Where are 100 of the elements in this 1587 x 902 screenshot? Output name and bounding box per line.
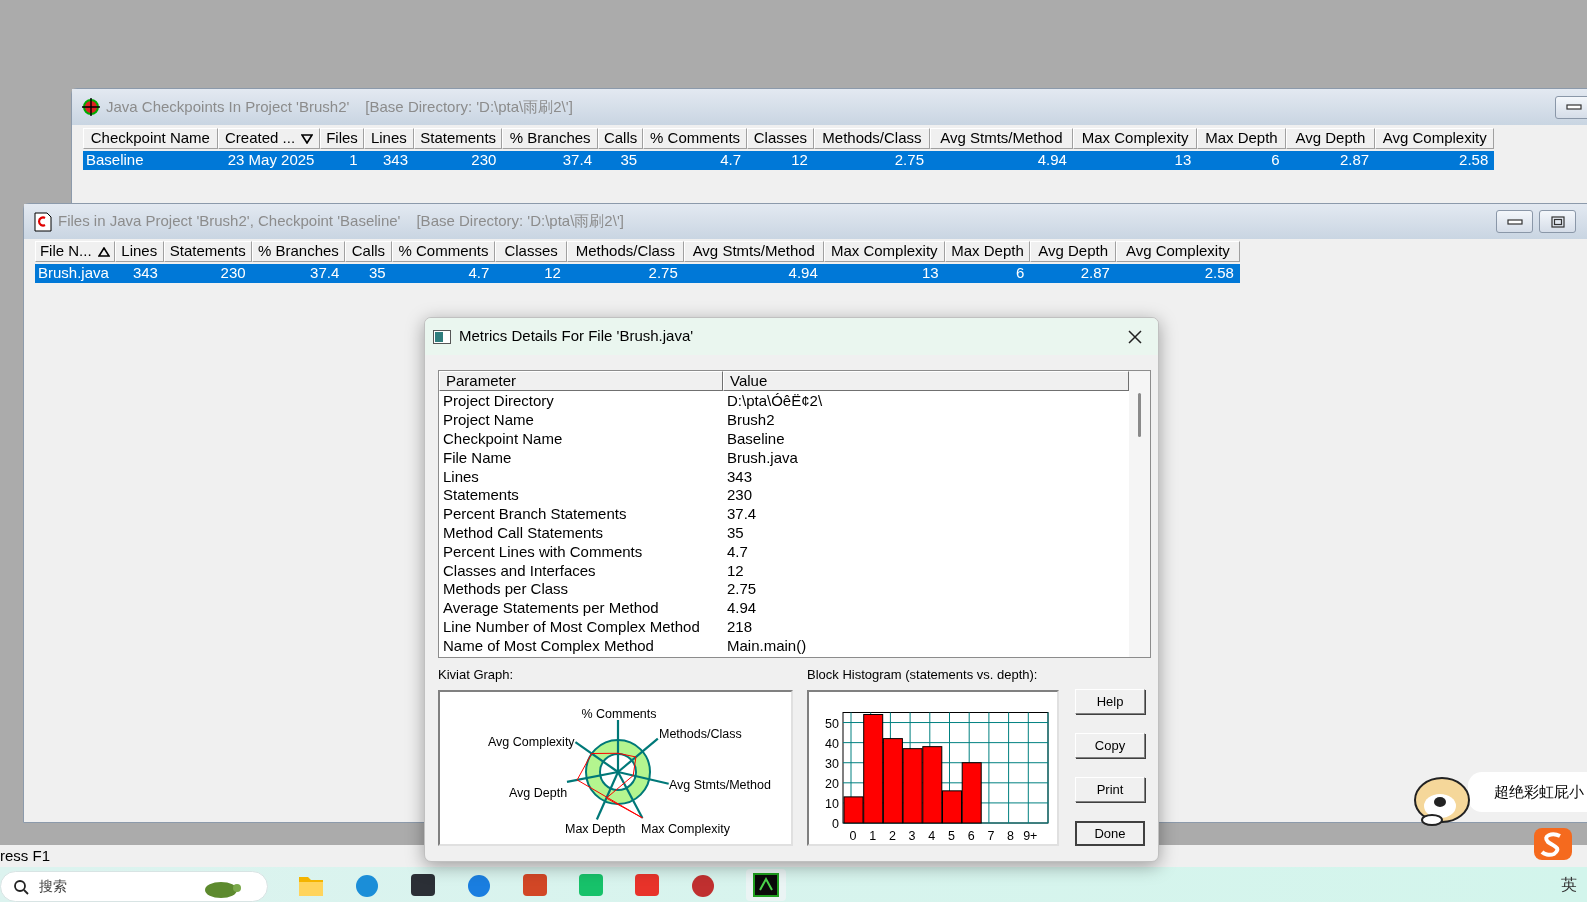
column-header[interactable]: Avg Depth	[1285, 128, 1376, 149]
parameter-cell-text: Name of Most Complex Method	[442, 636, 655, 655]
column-header[interactable]: Checkpoint Name	[83, 128, 218, 149]
column-header[interactable]: % Comments	[643, 128, 747, 149]
column-header[interactable]: Methods/Class	[813, 128, 930, 149]
dialog-button[interactable]: Print	[1075, 777, 1145, 802]
histogram-label: Block Histogram (statements vs. depth):	[807, 667, 1039, 683]
sticker-panel[interactable]: 超绝彩虹屁小	[1468, 772, 1587, 812]
column-header[interactable]: Classes	[495, 241, 567, 262]
table-cell-text: 4.94	[787, 263, 819, 284]
column-header[interactable]: Calls	[598, 128, 644, 149]
parameter-cell-text: Method Call Statements	[442, 523, 605, 542]
value-cell-text: 230	[726, 486, 754, 505]
column-header[interactable]: Classes	[747, 128, 814, 149]
column-header[interactable]: Max Depth	[944, 241, 1031, 262]
table-cell-text: 35	[367, 263, 387, 284]
dialog-button[interactable]: Done	[1075, 821, 1145, 846]
value-cell-text: Main.main()	[726, 636, 808, 655]
axis-label: Max Complexity	[641, 822, 730, 836]
x-tick-label: 2	[888, 829, 896, 843]
column-header[interactable]: % Branches	[251, 241, 346, 262]
column-header[interactable]: Max Depth	[1197, 128, 1286, 149]
y-tick-label: 0	[832, 817, 839, 831]
base-directory: [Base Directory: 'D:\pta\雨刷2\']	[416, 211, 624, 232]
x-tick-label: 7	[987, 829, 995, 843]
table-cell-text: 343	[381, 150, 409, 171]
table-cell-text: 2.75	[893, 150, 925, 171]
axis-label: Avg Stmts/Method	[669, 778, 771, 792]
dialog-title: Metrics Details For File 'Brush.java'	[459, 326, 694, 347]
column-header[interactable]: Parameter	[439, 371, 723, 391]
table-cell-text: Baseline	[85, 150, 145, 171]
table-cell-text: 2.58	[1458, 150, 1490, 171]
axis-label: % Comments	[581, 707, 657, 721]
x-tick-label: 8	[1007, 829, 1015, 843]
table-row[interactable]: Brush.java 343 230 37.4 35 4.7 12 2.75 4.94 13 6 2.87 2.58	[35, 264, 1240, 283]
table-cell-text: 343	[131, 263, 159, 284]
scrollbar[interactable]	[1129, 371, 1150, 657]
column-header[interactable]: Statements	[163, 241, 252, 262]
status-text: ress F1	[0, 845, 50, 866]
column-header[interactable]: Avg Stmts/Method	[683, 241, 824, 262]
dialog-button[interactable]: Help	[1075, 689, 1145, 714]
x-tick-label: 3	[908, 829, 916, 843]
table-row[interactable]: Baseline 23 May 2025 1 343 230 37.4 35 4.7 12 2.75 4.94 13 6 2.87 2.58	[83, 151, 1495, 170]
y-tick-label: 20	[825, 776, 839, 791]
table-cell-text: 2.87	[1079, 263, 1111, 284]
column-header[interactable]: % Branches	[502, 128, 598, 149]
value-cell-text: Brush.java	[726, 448, 799, 467]
minimize-button[interactable]	[1555, 95, 1587, 119]
column-header[interactable]: Files	[320, 128, 364, 149]
column-header[interactable]: Max Complexity	[823, 241, 945, 262]
column-header[interactable]: Statements	[414, 128, 503, 149]
table-cell-text: 4.94	[1036, 150, 1068, 171]
dialog-button[interactable]: Copy	[1075, 733, 1145, 758]
column-header[interactable]: Lines	[114, 241, 164, 262]
app-icon[interactable]	[410, 872, 436, 897]
value-cell-text: 4.7	[726, 542, 749, 561]
taskbar-item[interactable]	[746, 868, 786, 901]
table-cell-text: 23 May 2025	[226, 150, 316, 171]
parameter-cell-text: Percent Branch Statements	[442, 505, 628, 524]
value-cell-text: 12	[726, 561, 745, 580]
column-header[interactable]: Calls	[345, 241, 392, 262]
axis-label: Avg Complexity	[488, 735, 575, 749]
minimize-icon	[1506, 218, 1523, 225]
app-icon[interactable]	[690, 872, 716, 897]
maximize-button[interactable]	[1539, 210, 1576, 233]
search-bar[interactable]: 搜索	[0, 871, 268, 902]
parameter-cell-text: File Name	[442, 448, 513, 467]
scrollbar-thumb[interactable]	[1138, 393, 1141, 437]
value-cell-text: 35	[726, 523, 745, 542]
kiviat-label: Kiviat Graph:	[438, 667, 515, 683]
parameter-cell-text: Average Statements per Method	[442, 599, 660, 618]
y-tick-label: 10	[825, 796, 839, 811]
search-input[interactable]: 搜索	[39, 876, 189, 897]
parameter-cell-text: Classes and Interfaces	[442, 561, 597, 580]
column-header[interactable]: Avg Depth	[1030, 241, 1116, 262]
minimize-button[interactable]	[1496, 210, 1533, 233]
column-header[interactable]: Methods/Class	[566, 241, 684, 262]
column-header[interactable]: Avg Stmts/Method	[930, 128, 1073, 149]
table-cell-text: 2.87	[1338, 150, 1371, 171]
column-header[interactable]: File N...	[35, 241, 115, 262]
table-cell-text: 1	[348, 150, 359, 171]
column-header[interactable]: Avg Complexity	[1115, 241, 1240, 262]
parameter-cell-text: Statements	[442, 486, 520, 505]
column-header[interactable]: Created ...	[217, 128, 321, 149]
value-cell-text: 2.75	[726, 580, 758, 599]
value-cell-text: 218	[726, 617, 754, 636]
column-header[interactable]: Avg Complexity	[1375, 128, 1495, 149]
column-header[interactable]: Lines	[363, 128, 414, 149]
parameter-cell-text: Percent Lines with Comments	[442, 542, 644, 561]
maximize-icon	[1550, 215, 1565, 228]
input-method-indicator[interactable]: 英	[1561, 872, 1577, 897]
column-header[interactable]: Max Complexity	[1072, 128, 1198, 149]
table-cell-text: 37.4	[561, 150, 593, 171]
column-header[interactable]: Value	[723, 371, 1129, 391]
column-header[interactable]: % Comments	[391, 241, 496, 262]
axis-label: Avg Depth	[509, 786, 568, 800]
x-tick-label: 5	[948, 829, 955, 843]
table-cell-text: 2.75	[647, 263, 679, 284]
table-cell-text: 13	[921, 263, 940, 284]
x-tick-label: 6	[967, 829, 975, 843]
